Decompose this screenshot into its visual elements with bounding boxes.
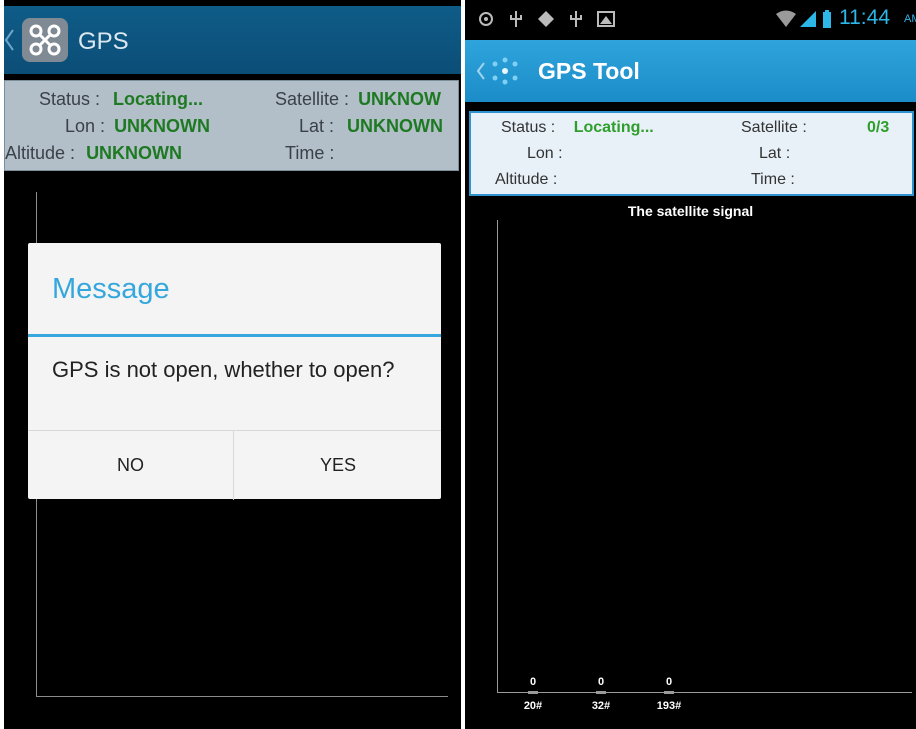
altitude-label: Altitude : [5,143,76,163]
chart-x-axis [497,692,912,693]
gallery-icon [597,11,615,27]
clock-time: 11:44 [839,6,890,29]
usb-icon [510,11,522,27]
status-bar: 11:44 AM [465,0,916,38]
satellite-label: Satellite : [741,119,807,136]
right-screen: 11:44 AM GPS Tool Status : Locating... S… [465,0,916,729]
signal-value-label: 0 [597,676,605,688]
satellite-id-label: 20# [523,700,543,712]
status-value: Locating... [113,89,204,109]
app-header: GPS Tool [465,40,916,102]
satellite-id-label: 32# [591,700,611,712]
yes-button[interactable]: YES [235,431,441,500]
lon-label: Lon : [65,116,106,136]
dialog-title: Message [52,273,170,305]
battery-icon [823,10,831,28]
signal-bar [664,691,674,694]
chart-x-axis [36,696,448,697]
no-button[interactable]: NO [28,431,234,500]
clock-ampm: AM [904,13,916,25]
satellite-label: Satellite : [275,89,350,109]
satellite-value: UNKNOW [358,89,442,109]
app-icon[interactable] [22,18,68,62]
signal-bar [596,691,606,694]
status-label: Status : [501,119,556,136]
satellite-cluster-icon [29,24,61,56]
satellite-value: 0/3 [867,119,890,136]
lat-value: UNKNOWN [347,116,444,136]
gps-icon [479,12,493,26]
app-title: GPS Tool [538,58,640,84]
usb-icon [570,11,582,27]
back-arrow-icon[interactable] [477,62,485,80]
satellite-id-label: 193# [656,700,682,712]
gps-info-panel: Status : Locating... Satellite : 0/3 Lon… [469,111,914,196]
wifi-icon [776,10,796,27]
signal-value-label: 0 [665,676,673,688]
dialog-message: GPS is not open, whether to open? [52,357,395,382]
status-label: Status : [39,89,101,109]
dialog-divider [28,334,441,337]
lat-label: Lat : [299,116,335,136]
android-debug-icon [538,11,554,27]
signal-icon [800,11,816,27]
lon-value: UNKNOWN [114,116,211,136]
back-arrow-icon[interactable] [4,29,14,51]
gps-info-panel: Status : Locating... Satellite : UNKNOW … [4,80,459,171]
altitude-label: Altitude : [495,171,558,188]
time-label: Time : [751,171,795,188]
left-screen: GPS Status : Locating... Satellite : UNK… [4,0,461,729]
altitude-value: UNKNOWN [86,143,183,163]
app-title: GPS [78,28,129,55]
app-header: GPS [4,6,461,74]
chart-title: The satellite signal [627,203,754,219]
satellite-dots-icon[interactable] [487,56,523,86]
dialog-button-bar: NO YES [28,430,441,500]
signal-value-label: 0 [529,676,537,688]
lon-label: Lon : [527,145,563,162]
gps-message-dialog: Message GPS is not open, whether to open… [28,243,441,500]
signal-bar [528,691,538,694]
time-label: Time : [285,143,335,163]
lat-label: Lat : [759,145,791,162]
status-value: Locating... [573,119,654,136]
chart-y-axis [497,220,498,693]
